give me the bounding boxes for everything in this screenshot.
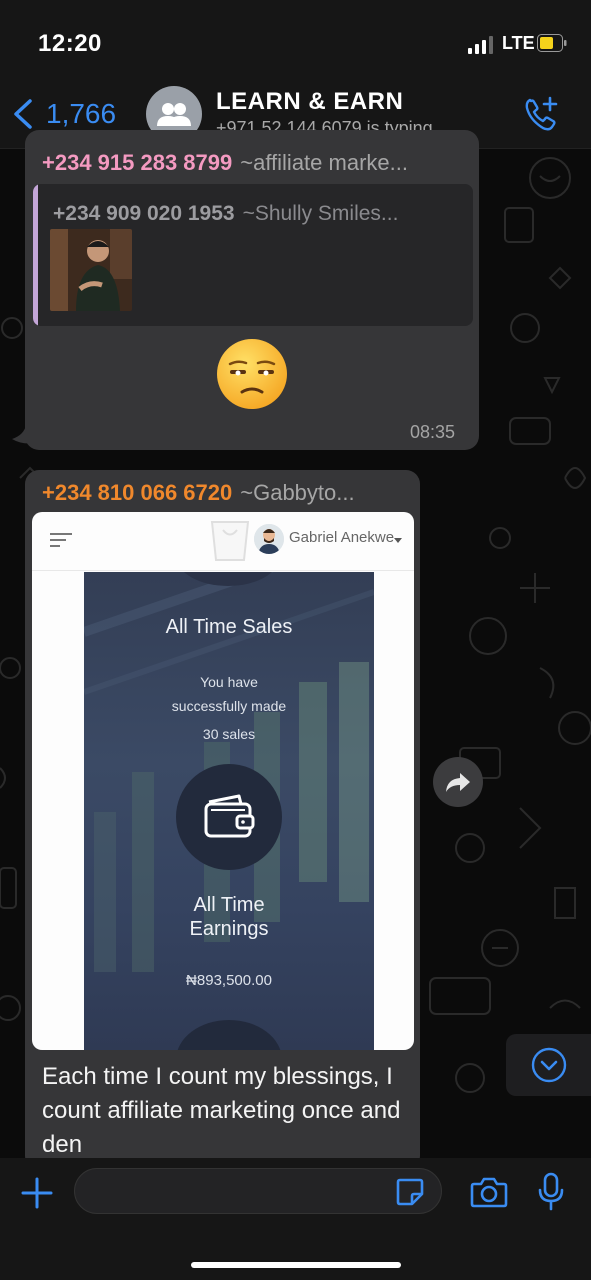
sender-number: +234 810 066 6720 xyxy=(42,480,233,505)
divider xyxy=(32,570,414,571)
quoted-sender-number: +234 909 020 1953 xyxy=(53,202,235,225)
quote-accent-bar xyxy=(33,184,38,326)
unread-count: 1,766 xyxy=(46,98,117,129)
plus-icon[interactable] xyxy=(20,1176,54,1210)
message-sender[interactable]: +234 810 066 6720 ~Gabbyto... xyxy=(42,480,355,506)
scroll-to-bottom-button[interactable] xyxy=(506,1034,591,1096)
wallet-icon xyxy=(204,794,255,838)
shared-image[interactable]: Gabriel Anekwe All Time Sales You have s… xyxy=(32,512,414,1050)
user-avatar-icon xyxy=(254,524,284,554)
home-indicator xyxy=(191,1262,401,1268)
chat-title[interactable]: LEARN & EARN xyxy=(216,88,403,116)
sales-count: 30 sales xyxy=(202,726,256,742)
wallet-circle xyxy=(176,764,282,870)
quoted-photo-thumbnail xyxy=(50,229,132,311)
sales-title: All Time Sales xyxy=(165,616,293,638)
message-caption: Each time I count my blessings, I count … xyxy=(42,1063,401,1158)
chevron-left-icon xyxy=(14,99,32,129)
quoted-sender-name: ~Shully Smiles... xyxy=(242,202,399,225)
message-time: 08:35 xyxy=(410,422,456,442)
earnings-amount: ₦893,500.00 xyxy=(186,972,272,989)
status-bar: 12:20 LTE xyxy=(0,0,591,80)
sales-description: You have xyxy=(200,674,258,690)
network-label: LTE xyxy=(502,33,535,53)
message-sender[interactable]: +234 915 283 8799 ~affiliate marke... xyxy=(42,150,408,176)
chevron-down-icon xyxy=(531,1047,566,1083)
sender-name: ~affiliate marke... xyxy=(240,150,408,175)
group-icon xyxy=(157,103,191,126)
earnings-title: All Time xyxy=(193,894,265,916)
forward-icon xyxy=(446,773,470,792)
dropdown-caret-icon xyxy=(394,538,402,543)
shopping-bag-icon xyxy=(210,521,250,561)
sales-description: successfully made xyxy=(171,698,287,714)
sticker-icon[interactable] xyxy=(394,1176,426,1208)
earnings-title: Earnings xyxy=(189,918,269,940)
menu-icon xyxy=(50,533,72,547)
unamused-face-icon xyxy=(217,339,287,409)
camera-icon[interactable] xyxy=(470,1175,508,1209)
add-call-icon[interactable] xyxy=(522,94,562,134)
signal-icon xyxy=(468,36,493,54)
sender-number: +234 915 283 8799 xyxy=(42,150,233,175)
quoted-sender: +234 909 020 1953 ~Shully Smiles... xyxy=(53,202,398,226)
microphone-icon[interactable] xyxy=(537,1172,565,1212)
image-user-name: Gabriel Anekwe xyxy=(289,529,395,546)
dashboard-panel: All Time Sales You have successfully mad… xyxy=(84,572,374,1050)
battery-icon xyxy=(537,34,567,52)
back-button[interactable]: 1,766 xyxy=(12,96,116,132)
message-input[interactable] xyxy=(74,1168,442,1214)
sender-name: ~Gabbyto... xyxy=(240,480,355,505)
forward-button[interactable] xyxy=(433,757,483,807)
status-time: 12:20 xyxy=(38,30,102,57)
bubble-tail xyxy=(12,425,36,444)
quoted-message[interactable]: +234 909 020 1953 ~Shully Smiles... xyxy=(33,184,473,326)
image-app-header: Gabriel Anekwe xyxy=(32,512,414,571)
